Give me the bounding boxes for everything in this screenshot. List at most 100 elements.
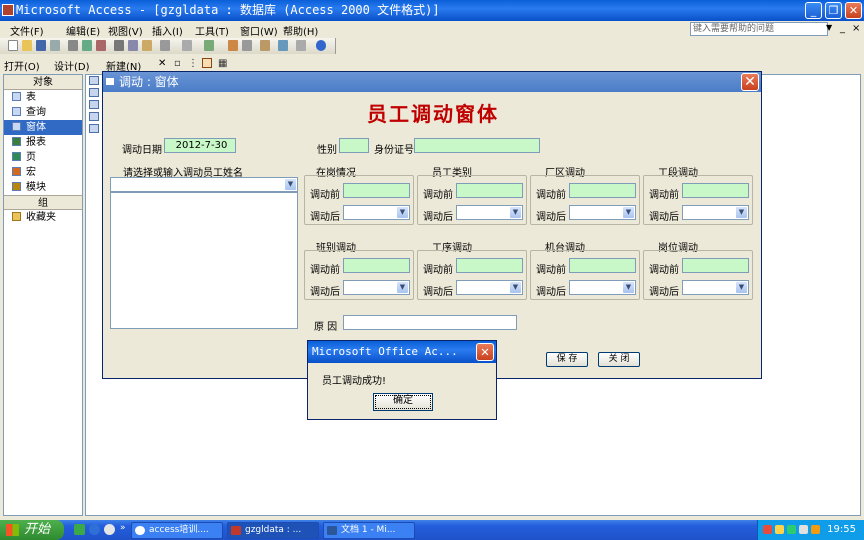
quicklaunch-ie-icon[interactable]: [89, 524, 100, 535]
code-icon[interactable]: [228, 40, 238, 51]
category-before-field[interactable]: [456, 183, 523, 198]
shift-after-combo[interactable]: ▼: [343, 280, 410, 295]
groups-header[interactable]: 组: [4, 195, 82, 210]
form-list-icon[interactable]: [89, 88, 99, 97]
date-field[interactable]: 2012-7-30: [164, 138, 236, 153]
plant-after-combo[interactable]: ▼: [569, 205, 636, 220]
chevron-down-icon[interactable]: ▼: [736, 207, 747, 218]
idcard-field[interactable]: [414, 138, 540, 153]
print-icon[interactable]: [68, 40, 78, 51]
section-after-combo[interactable]: ▼: [682, 205, 749, 220]
gender-field[interactable]: [339, 138, 369, 153]
menu-insert[interactable]: 插入(I): [152, 23, 183, 38]
post-before-field[interactable]: [682, 258, 749, 273]
spelling-icon[interactable]: [96, 40, 106, 51]
task-button-gzgldata[interactable]: gzgldata : ...: [227, 522, 319, 539]
machine-before-field[interactable]: [569, 258, 636, 273]
tray-ime-icon[interactable]: [775, 525, 784, 534]
toolbar-options-icon[interactable]: [296, 40, 306, 51]
clock[interactable]: 19:55: [827, 524, 856, 535]
machine-after-combo[interactable]: ▼: [569, 280, 636, 295]
menu-window[interactable]: 窗口(W): [240, 23, 278, 38]
employee-name-list[interactable]: [110, 192, 298, 329]
chevron-down-icon[interactable]: ▼: [623, 282, 634, 293]
task-button-access-training[interactable]: access培训....: [131, 522, 223, 539]
nav-item-pages[interactable]: 页: [4, 150, 82, 165]
access-app-icon[interactable]: [2, 4, 14, 16]
copy-icon[interactable]: [128, 40, 138, 51]
menu-help[interactable]: 帮助(H): [283, 23, 318, 38]
chevron-down-icon[interactable]: ▼: [510, 207, 521, 218]
menu-view[interactable]: 视图(V): [108, 23, 143, 38]
nav-item-queries[interactable]: 查询: [4, 105, 82, 120]
small-icons-icon[interactable]: ⋮: [188, 58, 198, 69]
section-before-field[interactable]: [682, 183, 749, 198]
list-view-icon[interactable]: [202, 58, 212, 68]
chevron-down-icon[interactable]: ▼: [736, 282, 747, 293]
save-button[interactable]: 保 存: [546, 352, 588, 367]
post-after-combo[interactable]: ▼: [682, 280, 749, 295]
print-preview-icon[interactable]: [82, 40, 92, 51]
start-button[interactable]: 开始: [0, 520, 64, 540]
reason-field[interactable]: [343, 315, 517, 330]
quicklaunch-media-icon[interactable]: [104, 524, 115, 535]
analyze-icon[interactable]: [204, 40, 214, 51]
details-view-icon[interactable]: ▦: [218, 58, 227, 69]
shift-before-field[interactable]: [343, 258, 410, 273]
close-button[interactable]: ✕: [845, 2, 862, 19]
plant-before-field[interactable]: [569, 183, 636, 198]
process-before-field[interactable]: [456, 258, 523, 273]
nav-item-forms[interactable]: 窗体: [4, 120, 82, 135]
form-list-icon[interactable]: [89, 112, 99, 121]
nav-item-macros[interactable]: 宏: [4, 165, 82, 180]
form-list-icon[interactable]: [89, 124, 99, 133]
employee-name-combo[interactable]: ▼: [110, 177, 298, 192]
db-design-button[interactable]: 设计(D): [54, 58, 90, 73]
quicklaunch-expand-icon[interactable]: »: [120, 523, 126, 533]
nav-item-reports[interactable]: 报表: [4, 135, 82, 150]
chevron-down-icon[interactable]: ▼: [510, 282, 521, 293]
nav-item-tables[interactable]: 表: [4, 90, 82, 105]
quicklaunch-desktop-icon[interactable]: [74, 524, 85, 535]
ok-button[interactable]: 确定: [373, 393, 433, 411]
minimize-button[interactable]: _: [805, 2, 822, 19]
large-icons-icon[interactable]: ▫: [174, 58, 181, 69]
process-after-combo[interactable]: ▼: [456, 280, 523, 295]
new-object-icon[interactable]: [278, 40, 288, 51]
help-icon[interactable]: [316, 40, 326, 51]
menu-tools[interactable]: 工具(T): [195, 23, 229, 38]
help-dropdown-icon[interactable]: ▼: [826, 23, 832, 32]
category-after-combo[interactable]: ▼: [456, 205, 523, 220]
help-search-input[interactable]: 键入需要帮助的问题: [690, 22, 828, 36]
new-file-icon[interactable]: [8, 40, 18, 51]
db-delete-button[interactable]: ✕: [158, 58, 166, 69]
properties-icon[interactable]: [242, 40, 252, 51]
chevron-down-icon[interactable]: ▼: [285, 179, 296, 190]
menu-file[interactable]: 文件(F): [10, 23, 44, 38]
paste-icon[interactable]: [142, 40, 152, 51]
search-icon[interactable]: [50, 40, 60, 51]
form-close-button[interactable]: ✕: [741, 73, 759, 91]
menu-edit[interactable]: 编辑(E): [66, 23, 100, 38]
status-before-field[interactable]: [343, 183, 410, 198]
status-after-combo[interactable]: ▼: [343, 205, 410, 220]
restore-button[interactable]: ❐: [825, 2, 842, 19]
nav-item-modules[interactable]: 模块: [4, 180, 82, 195]
mdi-close-icon[interactable]: ×: [852, 23, 860, 34]
close-form-button[interactable]: 关 闭: [598, 352, 640, 367]
chevron-down-icon[interactable]: ▼: [397, 207, 408, 218]
office-links-icon[interactable]: [182, 40, 192, 51]
open-folder-icon[interactable]: [22, 40, 32, 51]
cut-icon[interactable]: [114, 40, 124, 51]
relationships-icon[interactable]: [260, 40, 270, 51]
chevron-down-icon[interactable]: ▼: [397, 282, 408, 293]
form-list-icon[interactable]: [89, 100, 99, 109]
tray-security-icon[interactable]: [787, 525, 796, 534]
dialog-close-button[interactable]: ✕: [476, 343, 494, 361]
task-button-document[interactable]: 文档 1 - Mi...: [323, 522, 415, 539]
nav-item-favorites[interactable]: 收藏夹: [4, 210, 82, 225]
undo-icon[interactable]: [160, 40, 170, 51]
tray-network-icon[interactable]: [811, 525, 820, 534]
db-open-button[interactable]: 打开(O): [4, 58, 40, 73]
save-icon[interactable]: [36, 40, 46, 51]
